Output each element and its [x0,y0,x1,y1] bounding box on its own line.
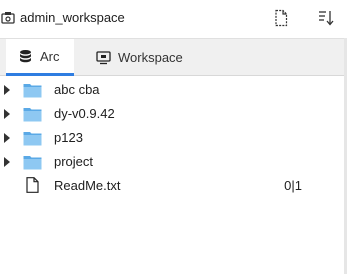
expand-caret-icon[interactable] [4,157,10,167]
folder-icon [23,108,42,122]
tree-item-label: project [54,154,94,169]
tree-folder-p123[interactable]: p123 [0,126,347,150]
tab-bar: Arc Workspace [0,38,347,76]
folder-icon [23,84,42,98]
tab-workspace[interactable]: Workspace [88,39,198,76]
sort-icon[interactable] [318,9,334,27]
title-bar: admin_workspace [0,0,347,38]
tree-folder-project[interactable]: project [0,150,347,174]
expand-caret-icon[interactable] [4,133,10,143]
tab-arc[interactable]: Arc [6,39,74,76]
tree-file-readme[interactable]: ReadMe.txt 0|1 [0,174,347,198]
file-icon [26,177,39,193]
tab-arc-label: Arc [40,48,60,64]
database-icon [20,49,31,62]
tree-item-label: dy-v0.9.42 [54,106,115,121]
new-file-icon[interactable] [273,9,289,27]
workspace-title: admin_workspace [20,10,125,25]
workspace-icon [1,12,15,24]
tree-folder-abc-cba[interactable]: abc cba [0,78,347,102]
tree-item-label: abc cba [54,82,100,97]
folder-icon [23,156,42,170]
expand-caret-icon[interactable] [4,85,10,95]
folder-icon [23,132,42,146]
tree-folder-dy-v0-9-42[interactable]: dy-v0.9.42 [0,102,347,126]
tree-item-label: ReadMe.txt [54,178,121,193]
monitor-icon [96,51,111,65]
tree-item-label: p123 [54,130,83,145]
tab-workspace-label: Workspace [118,50,183,65]
expand-caret-icon[interactable] [4,109,10,119]
file-status: 0|1 [284,178,302,193]
